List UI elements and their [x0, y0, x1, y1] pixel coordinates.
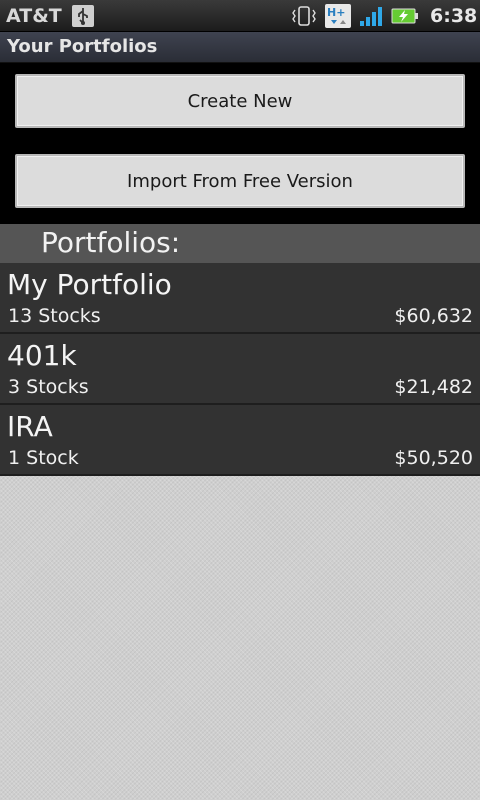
battery-charging-icon [391, 8, 419, 24]
vibrate-icon [290, 5, 318, 27]
svg-text:H+: H+ [327, 6, 345, 19]
portfolio-stock-count: 13 Stocks [8, 305, 101, 327]
portfolio-name: 401k [7, 339, 77, 372]
page-title: Your Portfolios [7, 36, 158, 57]
clock: 6:38 [430, 5, 478, 27]
portfolio-name: IRA [7, 410, 53, 443]
portfolios-section-header: Portfolios: [0, 224, 480, 263]
portfolio-stock-count: 1 Stock [8, 447, 79, 469]
portfolio-value: $60,632 [394, 305, 473, 327]
create-new-button[interactable]: Create New [15, 74, 465, 128]
portfolio-row[interactable]: IRA 1 Stock $50,520 [0, 405, 480, 476]
portfolio-row[interactable]: 401k 3 Stocks $21,482 [0, 334, 480, 405]
portfolio-value: $21,482 [394, 376, 473, 398]
carrier-name: AT&T [6, 5, 62, 27]
signal-icon [358, 5, 384, 27]
portfolio-row[interactable]: My Portfolio 13 Stocks $60,632 [0, 263, 480, 334]
portfolio-list: My Portfolio 13 Stocks $60,632 401k 3 St… [0, 263, 480, 476]
portfolios-header-label: Portfolios: [41, 226, 181, 259]
title-bar: Your Portfolios [0, 32, 480, 63]
button-area: Create New Import From Free Version [0, 64, 480, 224]
empty-background [0, 476, 480, 800]
hspa-plus-icon: H+ [325, 4, 351, 28]
portfolio-name: My Portfolio [7, 268, 172, 301]
usb-icon [72, 5, 94, 27]
portfolio-stock-count: 3 Stocks [8, 376, 89, 398]
portfolio-value: $50,520 [394, 447, 473, 469]
status-bar: AT&T H+ 6:38 [0, 0, 480, 32]
import-from-free-version-button[interactable]: Import From Free Version [15, 154, 465, 208]
